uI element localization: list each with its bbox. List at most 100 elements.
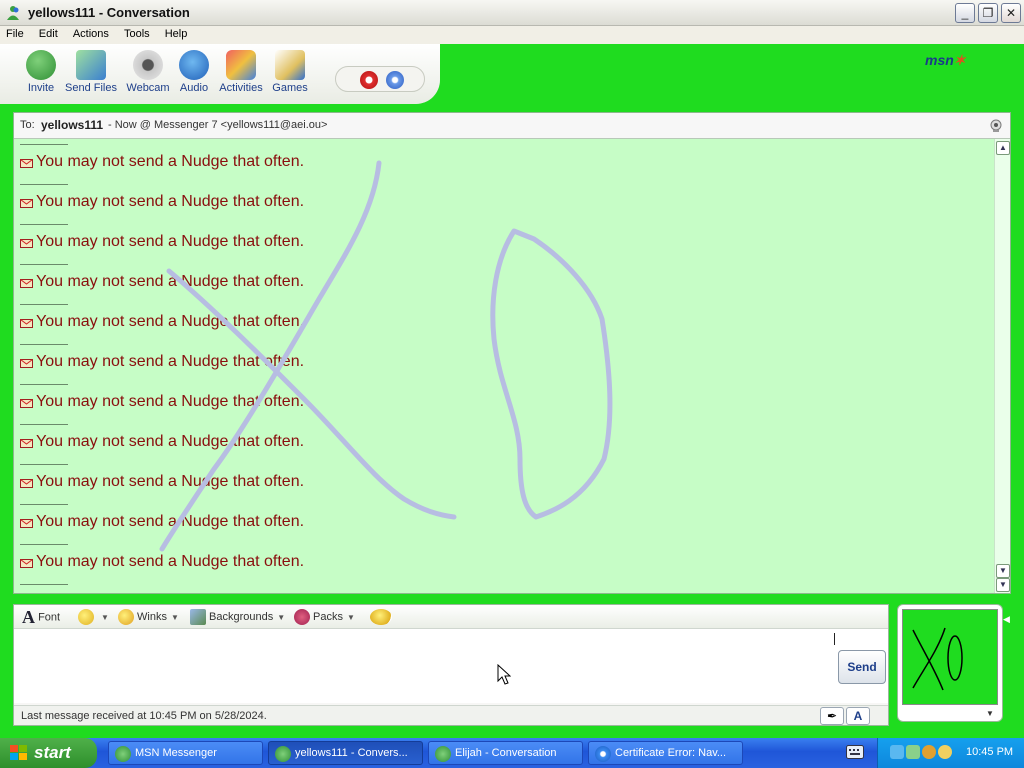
to-bar: To: yellows111 - Now @ Messenger 7 <yell… xyxy=(14,113,1010,139)
message-separator xyxy=(20,464,68,465)
type-button[interactable]: A xyxy=(846,707,870,725)
message-item: You may not send a Nudge that often. xyxy=(20,464,620,504)
webcam-button[interactable]: Webcam xyxy=(122,50,174,94)
scroll-up-button[interactable]: ▲ xyxy=(996,141,1010,155)
audio-button[interactable]: Audio xyxy=(168,50,220,94)
envelope-icon xyxy=(20,439,33,448)
main-toolbar: Invite Send Files Webcam Audio Activitie… xyxy=(0,44,1024,104)
chevron-down-icon: ▼ xyxy=(346,612,355,622)
envelope-icon xyxy=(20,399,33,408)
nudge-icon xyxy=(370,609,392,625)
start-button[interactable]: start xyxy=(0,738,97,768)
audio-icon xyxy=(179,50,209,80)
expand-panel-icon[interactable]: ◀ xyxy=(1003,614,1010,625)
message-separator xyxy=(20,144,68,145)
envelope-icon xyxy=(20,199,33,208)
activities-button[interactable]: Activities xyxy=(215,50,267,94)
task-certificate-error[interactable]: Certificate Error: Nav... xyxy=(588,741,743,765)
backgrounds-icon xyxy=(190,609,206,625)
chevron-down-icon: ▼ xyxy=(277,612,286,622)
network-icon[interactable] xyxy=(890,745,904,759)
block-icon[interactable] xyxy=(360,71,378,89)
message-separator-last xyxy=(20,584,620,593)
display-picture-panel: ▼ xyxy=(897,604,1003,722)
chevron-down-icon: ▼ xyxy=(101,612,109,622)
window-title: yellows111 - Conversation xyxy=(28,5,190,20)
clock[interactable]: 10:45 PM xyxy=(966,746,1013,758)
packs-button[interactable]: Packs ▼ xyxy=(294,609,355,625)
webcam-icon xyxy=(133,50,163,80)
games-button[interactable]: Games xyxy=(264,50,316,94)
envelope-icon xyxy=(20,319,33,328)
menu-help[interactable]: Help xyxy=(159,26,194,40)
message-separator xyxy=(20,184,68,185)
conversation-panel: To: yellows111 - Now @ Messenger 7 <yell… xyxy=(13,112,1011,594)
contact-name[interactable]: yellows111 xyxy=(41,118,103,132)
keyboard-language-icon[interactable] xyxy=(846,745,864,759)
task-msn-messenger[interactable]: MSN Messenger xyxy=(108,741,263,765)
maximize-button[interactable]: ❐ xyxy=(978,3,998,23)
msn-logo: msn✶ xyxy=(925,52,966,68)
message-separator xyxy=(20,344,68,345)
envelope-icon xyxy=(20,479,33,488)
envelope-icon xyxy=(20,239,33,248)
msn-icon xyxy=(275,746,291,762)
font-button[interactable]: A Font xyxy=(22,607,60,628)
message-separator xyxy=(20,504,68,505)
message-separator xyxy=(20,304,68,305)
display-picture[interactable] xyxy=(902,609,998,705)
message-separator xyxy=(20,544,68,545)
chevron-down-icon[interactable]: ▼ xyxy=(986,709,994,718)
message-scrollbar[interactable]: ▲ ▼ ▼ xyxy=(994,139,1010,593)
menu-actions[interactable]: Actions xyxy=(67,26,115,40)
invite-button[interactable]: Invite xyxy=(15,50,67,94)
message-item: You may not send a Nudge that often. xyxy=(20,504,620,544)
scroll-end-button[interactable]: ▼ xyxy=(996,578,1010,592)
search-icon[interactable] xyxy=(938,745,952,759)
message-item: You may not send a Nudge that often. xyxy=(20,304,620,344)
send-files-button[interactable]: Send Files xyxy=(65,50,117,94)
message-item: You may not send a Nudge that often. xyxy=(20,184,620,224)
message-history[interactable]: You may not send a Nudge that often. You… xyxy=(14,139,994,593)
message-separator xyxy=(20,384,68,385)
message-item: You may not send a Nudge that often. xyxy=(20,224,620,264)
task-elijah-conversation[interactable]: Elijah - Conversation xyxy=(428,741,583,765)
message-item: You may not send a Nudge that often. xyxy=(20,264,620,304)
minimize-button[interactable]: _ xyxy=(955,3,975,23)
display-picture-drawing xyxy=(912,627,963,691)
envelope-icon xyxy=(20,559,33,568)
emoticon-button[interactable]: ▼ xyxy=(78,609,109,625)
task-yellows111-conversation[interactable]: yellows111 - Convers... xyxy=(268,741,423,765)
last-message-status: Last message received at 10:45 PM on 5/2… xyxy=(21,710,267,722)
block-controls xyxy=(335,66,425,92)
backgrounds-button[interactable]: Backgrounds ▼ xyxy=(190,609,285,625)
security-icon[interactable] xyxy=(922,745,936,759)
menu-edit[interactable]: Edit xyxy=(33,26,64,40)
msn-icon xyxy=(435,746,451,762)
menu-tools[interactable]: Tools xyxy=(118,26,156,40)
envelope-icon xyxy=(20,279,33,288)
send-button[interactable]: Send xyxy=(838,650,886,684)
scroll-down-button[interactable]: ▼ xyxy=(996,564,1010,578)
nudge-button[interactable] xyxy=(370,609,395,625)
text-mode-icon: A xyxy=(853,709,863,723)
close-button[interactable]: ✕ xyxy=(1001,3,1021,23)
envelope-icon xyxy=(20,519,33,528)
packs-icon xyxy=(294,609,310,625)
winks-button[interactable]: Winks ▼ xyxy=(118,609,179,625)
ie-icon xyxy=(595,746,611,762)
font-icon: A xyxy=(22,607,35,627)
invite-icon xyxy=(26,50,56,80)
activities-icon xyxy=(226,50,256,80)
message-input[interactable] xyxy=(14,629,888,703)
msn-tray-icon[interactable] xyxy=(906,745,920,759)
windows-logo-icon xyxy=(10,745,27,760)
menu-file[interactable]: File xyxy=(0,26,30,40)
handwriting-button[interactable]: ✒ xyxy=(820,707,844,725)
send-files-icon xyxy=(76,50,106,80)
format-toolbar: A Font ▼ Winks ▼ Backgrounds ▼ Packs ▼ xyxy=(14,605,888,629)
contact-detail: - Now @ Messenger 7 <yellows111@aei.ou> xyxy=(108,119,328,131)
contact-card-icon[interactable] xyxy=(988,118,1004,134)
message-item: You may not send a Nudge that often. xyxy=(20,344,620,384)
pen-icon[interactable] xyxy=(386,71,404,89)
